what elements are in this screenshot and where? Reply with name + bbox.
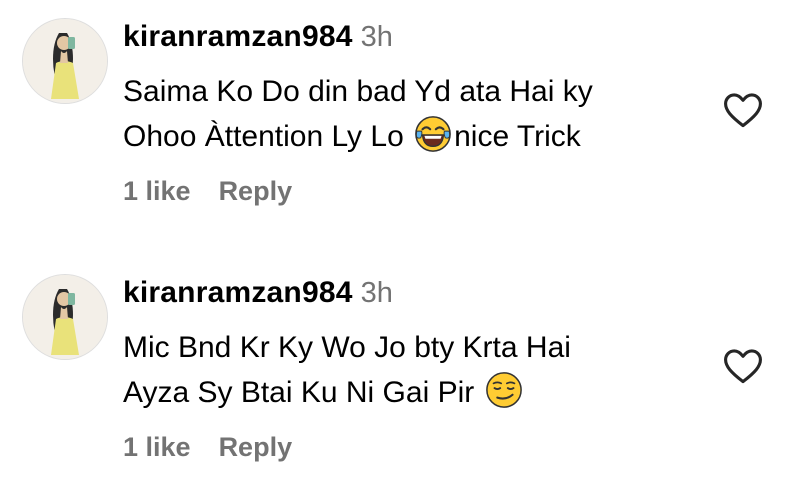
like-count[interactable]: 1 like — [123, 432, 191, 462]
tears-of-joy-emoji — [415, 116, 451, 152]
timestamp[interactable]: 3h — [361, 277, 393, 309]
comment-text-segment: Ayza Sy Btai Ku Ni Gai Pir — [123, 376, 483, 409]
comment-text: Mic Bnd Kr Ky Wo Jo bty Krta Hai Ayza Sy… — [123, 325, 703, 415]
comment-text-line: Ayza Sy Btai Ku Ni Gai Pir — [123, 370, 703, 415]
comment-item: kiranramzan984 3h Mic Bnd Kr Ky Wo Jo bty… — [0, 256, 787, 496]
username[interactable]: kiranramzan984 — [123, 276, 353, 309]
like-button[interactable] — [721, 344, 765, 388]
heart-outline-icon — [724, 93, 762, 128]
comment-text-segment: Ohoo Àttention Ly Lo — [123, 120, 413, 153]
comment-actions: 1 like Reply — [123, 432, 292, 472]
timestamp[interactable]: 3h — [361, 21, 393, 53]
avatar[interactable] — [22, 18, 108, 104]
comment-actions: 1 like Reply — [123, 176, 292, 216]
comment-header: kiranramzan984 3h — [123, 20, 393, 64]
comment-header: kiranramzan984 3h — [123, 276, 393, 320]
reply-button[interactable]: Reply — [219, 432, 293, 462]
reply-button[interactable]: Reply — [219, 176, 293, 206]
like-button[interactable] — [721, 88, 765, 132]
heart-outline-icon — [724, 349, 762, 384]
comment-text: Saima Ko Do din bad Yd ata Hai ky Ohoo À… — [123, 69, 703, 159]
comment-text-line: Mic Bnd Kr Ky Wo Jo bty Krta Hai — [123, 331, 571, 364]
smirking-face-emoji — [485, 372, 522, 408]
comment-text-line: Ohoo Àttention Ly Lo nice Trick — [123, 114, 703, 159]
comment-item: kiranramzan984 3h Saima Ko Do din bad Yd … — [0, 0, 787, 240]
like-count[interactable]: 1 like — [123, 176, 191, 206]
comment-text-segment: nice Trick — [454, 120, 581, 153]
comment-text-line: Saima Ko Do din bad Yd ata Hai ky — [123, 75, 593, 108]
username[interactable]: kiranramzan984 — [123, 20, 353, 53]
avatar[interactable] — [22, 274, 108, 360]
